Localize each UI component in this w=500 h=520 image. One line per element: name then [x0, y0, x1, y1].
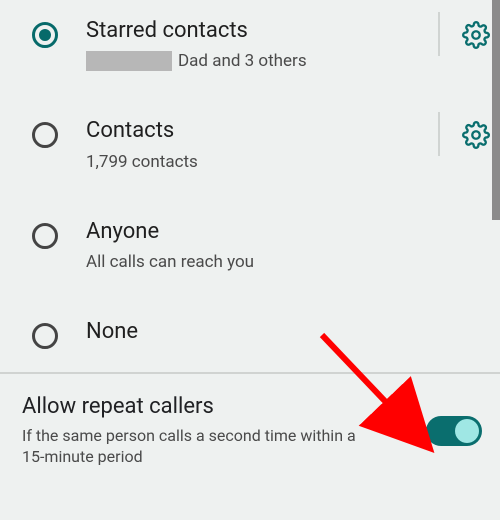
option-right [438, 20, 490, 50]
option-title: Starred contacts [86, 18, 430, 44]
option-title: Contacts [86, 118, 430, 144]
scrollbar[interactable] [492, 0, 500, 220]
option-right [438, 120, 490, 150]
option-subtitle: All calls can reach you [86, 251, 482, 273]
allow-repeat-callers-switch[interactable] [426, 416, 482, 446]
option-contacts[interactable]: Contacts 1,799 contacts [0, 100, 500, 200]
option-none[interactable]: None [0, 301, 500, 371]
option-title: Anyone [86, 219, 482, 245]
radio-none[interactable] [32, 323, 58, 349]
redacted-name [86, 51, 172, 71]
allow-repeat-callers-row[interactable]: Allow repeat callers If the same person … [0, 374, 500, 492]
gear-icon[interactable] [462, 121, 490, 149]
option-starred-contacts[interactable]: Starred contacts Dad and 3 others [0, 0, 500, 100]
option-anyone[interactable]: Anyone All calls can reach you [0, 201, 500, 301]
call-allow-options-list: Starred contacts Dad and 3 others Contac… [0, 0, 500, 372]
section-title: Allow repeat callers [22, 394, 410, 419]
option-subtitle: Dad and 3 others [86, 50, 430, 72]
section-text: Allow repeat callers If the same person … [22, 394, 410, 468]
radio-starred-contacts[interactable] [32, 22, 58, 48]
vertical-divider [438, 112, 440, 156]
option-text: Contacts 1,799 contacts [58, 118, 438, 172]
radio-anyone[interactable] [32, 223, 58, 249]
gear-icon[interactable] [462, 21, 490, 49]
section-description: If the same person calls a second time w… [22, 425, 362, 468]
subtitle-suffix: Dad and 3 others [178, 50, 307, 72]
vertical-divider [438, 12, 440, 56]
option-text: Anyone All calls can reach you [58, 219, 490, 273]
radio-contacts[interactable] [32, 122, 58, 148]
option-text: Starred contacts Dad and 3 others [58, 18, 438, 72]
option-title: None [86, 319, 482, 345]
option-text: None [58, 319, 490, 351]
option-subtitle: 1,799 contacts [86, 151, 430, 173]
